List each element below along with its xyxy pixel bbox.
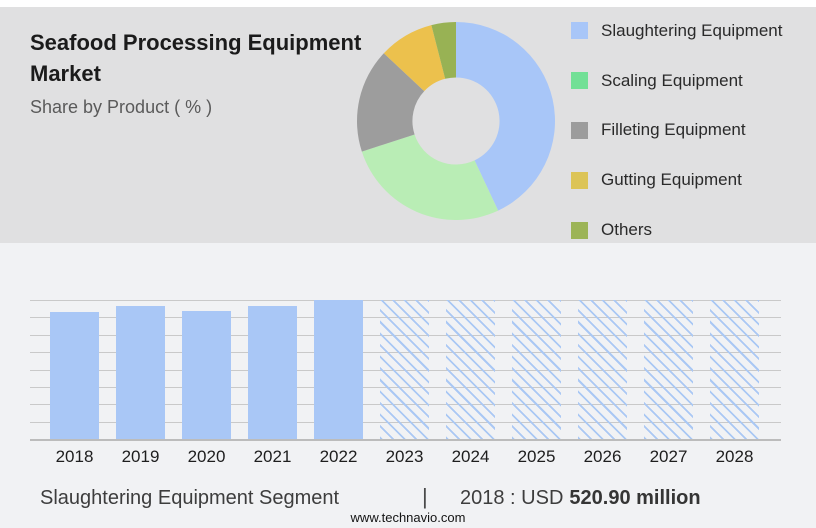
x-axis-label: 2027 (636, 447, 702, 467)
forecast-bar-2023 (380, 300, 429, 439)
value-bold: 520.90 million (569, 487, 700, 509)
x-axis-label: 2024 (438, 447, 504, 467)
x-axis-label: 2020 (174, 447, 240, 467)
x-axis-label: 2018 (42, 447, 108, 467)
x-axis-label: 2021 (240, 447, 306, 467)
x-axis-label: 2028 (702, 447, 768, 467)
infographic: Seafood Processing Equipment Market Shar… (0, 0, 816, 528)
caption-separator: | (422, 484, 428, 510)
bar-2022 (314, 300, 363, 439)
forecast-bar-2025 (512, 300, 561, 439)
labeled-value: 2018 : USD 520.90 million (460, 487, 701, 510)
forecast-bar-2027 (644, 300, 693, 439)
x-axis-line (30, 439, 781, 441)
x-axis-label: 2022 (306, 447, 372, 467)
value-prefix: 2018 : USD (460, 487, 563, 509)
website-text: www.technavio.com (0, 510, 816, 525)
bar-2021 (248, 306, 297, 439)
bar-chart: 2018201920202021202220232024202520262027… (0, 0, 816, 528)
bar-2018 (50, 312, 99, 439)
segment-label: Slaughtering Equipment Segment (40, 487, 339, 510)
forecast-bar-2026 (578, 300, 627, 439)
x-axis-label: 2019 (108, 447, 174, 467)
x-axis-label: 2023 (372, 447, 438, 467)
x-axis-label: 2025 (504, 447, 570, 467)
bar-2019 (116, 306, 165, 439)
x-axis-label: 2026 (570, 447, 636, 467)
bar-2020 (182, 311, 231, 439)
forecast-bar-2028 (710, 300, 759, 439)
forecast-bar-2024 (446, 300, 495, 439)
